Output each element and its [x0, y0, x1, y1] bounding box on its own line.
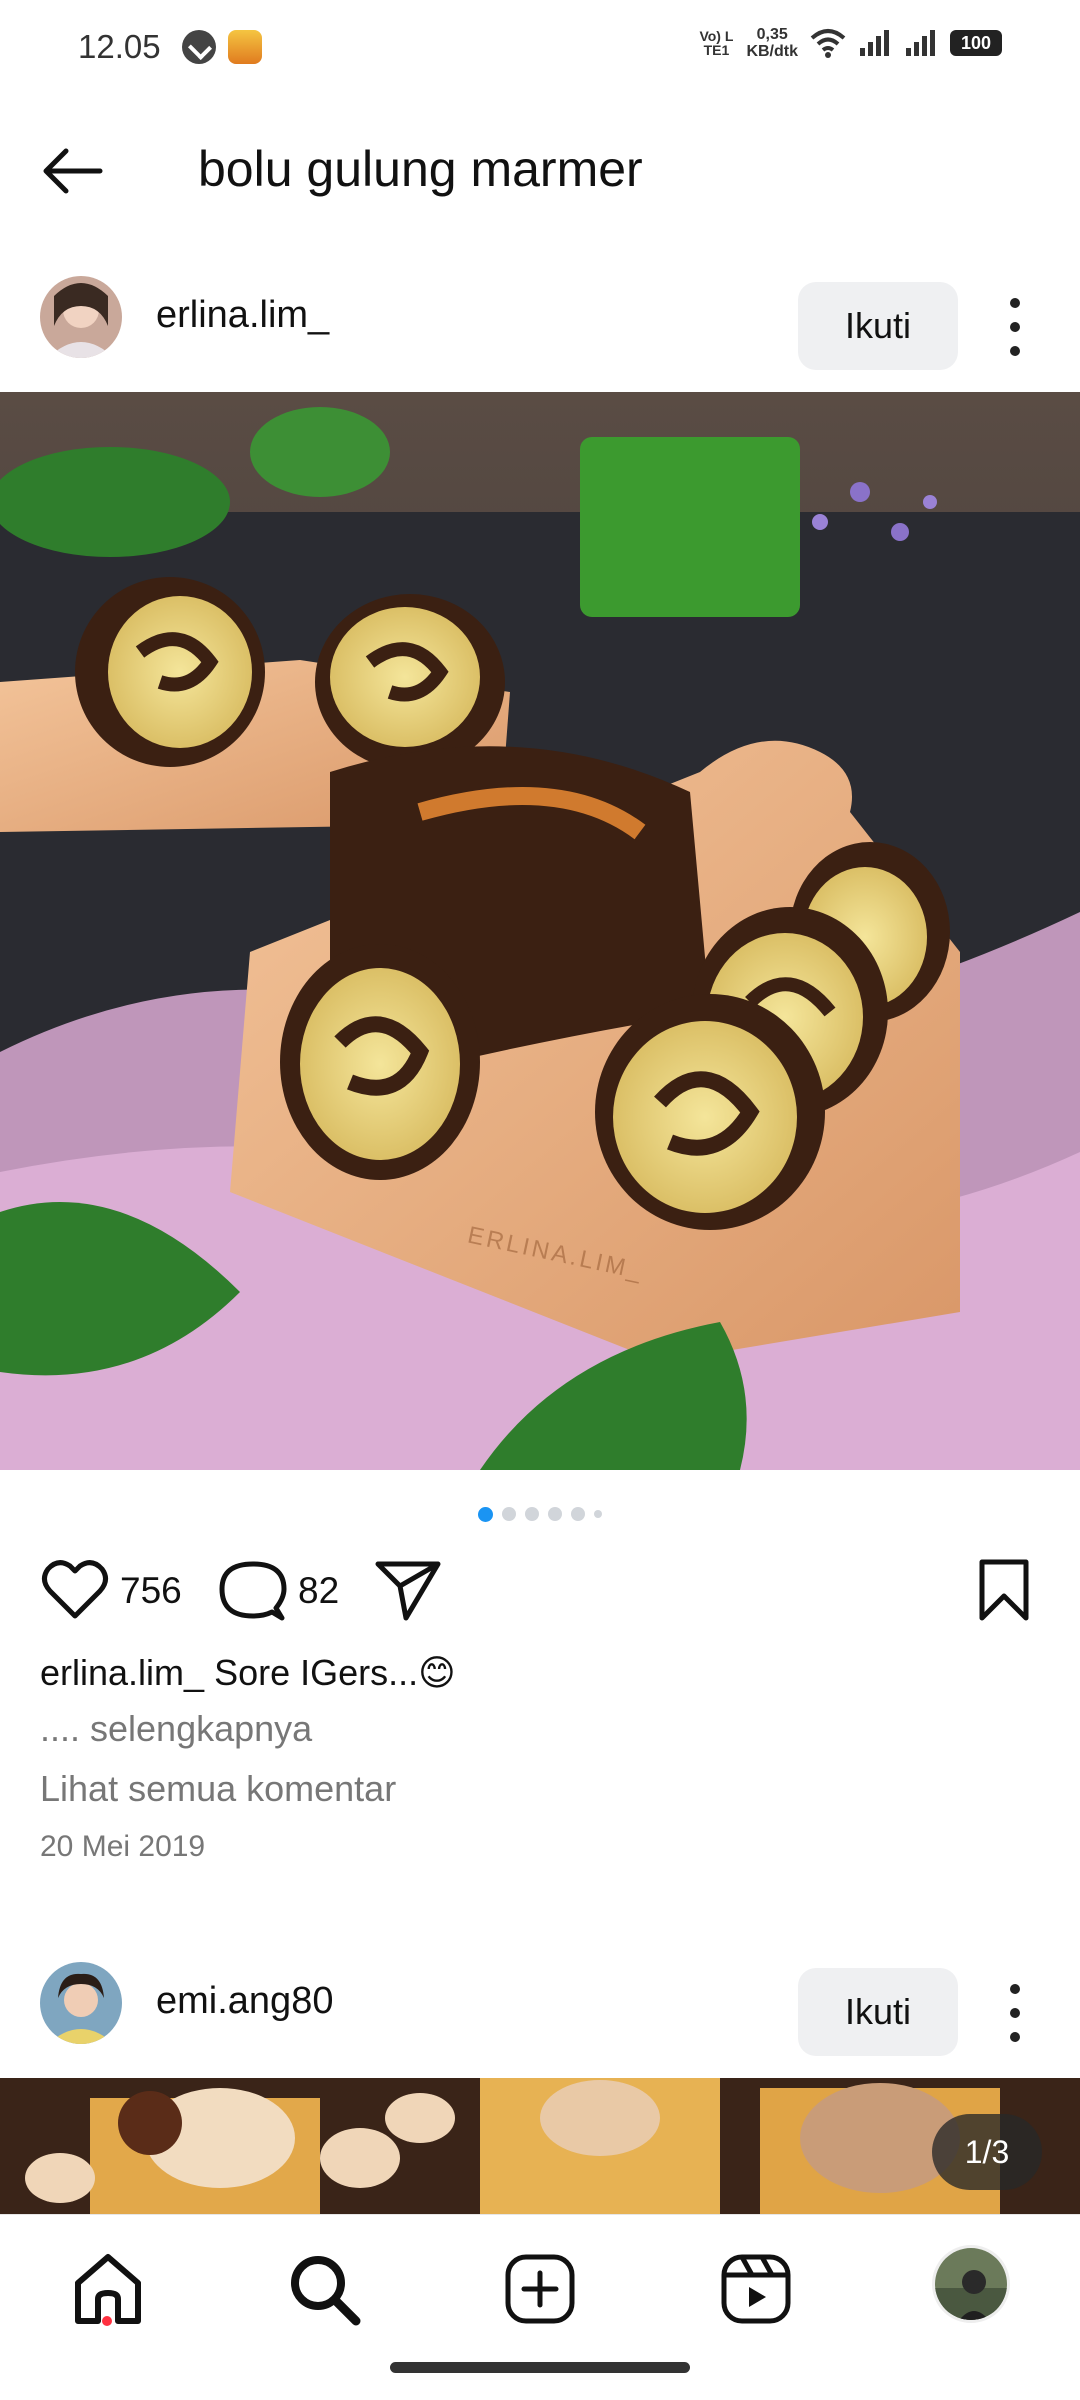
- post-date: 20 Mei 2019: [40, 1830, 206, 1863]
- bookmark-icon[interactable]: [974, 1558, 1034, 1622]
- post-image-2[interactable]: [0, 2078, 1080, 2214]
- home-indicator[interactable]: [390, 2362, 690, 2373]
- status-icons-left: [182, 30, 262, 64]
- post-header-2: emi.ang80 Ikuti: [0, 1948, 1080, 2058]
- battery-icon: 100: [950, 30, 1002, 56]
- network-speed-unit: KB/dtk: [746, 43, 798, 60]
- network-speed-value: 0,35: [756, 26, 788, 43]
- heart-icon[interactable]: [40, 1558, 110, 1622]
- carousel-dots: [0, 1504, 1080, 1524]
- post-username-2[interactable]: emi.ang80: [156, 1980, 333, 2023]
- status-icons-right: Vo) LTE1 0,35 KB/dtk 100: [698, 26, 1002, 60]
- carousel-dot: [525, 1507, 539, 1521]
- profile-avatar[interactable]: [932, 2245, 1010, 2323]
- wifi-icon: [810, 28, 846, 58]
- status-time: 12.05: [78, 28, 161, 65]
- like-count[interactable]: 756: [120, 1570, 182, 1612]
- comment-count[interactable]: 82: [298, 1570, 339, 1612]
- network-speed: 0,35 KB/dtk: [746, 26, 798, 60]
- back-button[interactable]: [38, 146, 108, 196]
- share-icon[interactable]: [374, 1558, 442, 1622]
- caption-username[interactable]: erlina.lim_: [40, 1652, 204, 1693]
- carousel-dot: [594, 1510, 602, 1518]
- signal-icon-2: [904, 28, 938, 58]
- avatar[interactable]: [40, 276, 122, 358]
- view-all-comments-link[interactable]: Lihat semua komentar: [40, 1768, 396, 1810]
- comment-icon[interactable]: [218, 1558, 288, 1624]
- post-header: erlina.lim_ Ikuti: [0, 262, 1080, 372]
- app-notification-icon: [228, 30, 262, 64]
- follow-button-2[interactable]: Ikuti: [798, 1968, 958, 2056]
- post-caption: erlina.lim_ Sore IGers...😊: [40, 1652, 456, 1694]
- carousel-dot: [502, 1507, 516, 1521]
- follow-button[interactable]: Ikuti: [798, 282, 958, 370]
- more-options-icon-2[interactable]: [995, 1978, 1035, 2048]
- page-title: bolu gulung marmer: [198, 141, 643, 197]
- signal-icon: [858, 28, 892, 58]
- post-image[interactable]: ERLINA.LIM_: [0, 392, 1080, 1470]
- carousel-dot: [548, 1507, 562, 1521]
- home-notification-dot: [102, 2316, 112, 2326]
- page-header: bolu gulung marmer: [0, 120, 1080, 220]
- status-bar: 12.05 Vo) LTE1 0,35 KB/dtk 100: [0, 0, 1080, 96]
- arrow-left-icon: [43, 148, 103, 194]
- avatar-2[interactable]: [40, 1962, 122, 2044]
- carousel-dot: [571, 1507, 585, 1521]
- image-page-counter: 1/3: [932, 2114, 1042, 2190]
- caption-text: Sore IGers...😊: [214, 1652, 456, 1693]
- create-icon[interactable]: [500, 2249, 580, 2329]
- carousel-dot-active: [478, 1506, 493, 1522]
- post-action-bar: 756 82: [0, 1550, 1080, 1630]
- compass-icon: [182, 30, 216, 64]
- reels-icon[interactable]: [716, 2249, 796, 2329]
- volte-indicator: Vo) LTE1: [699, 28, 734, 58]
- see-more-link[interactable]: .... selengkapnya: [40, 1708, 312, 1750]
- search-icon[interactable]: [284, 2249, 364, 2329]
- post-username[interactable]: erlina.lim_: [156, 294, 329, 337]
- more-options-icon[interactable]: [995, 292, 1035, 362]
